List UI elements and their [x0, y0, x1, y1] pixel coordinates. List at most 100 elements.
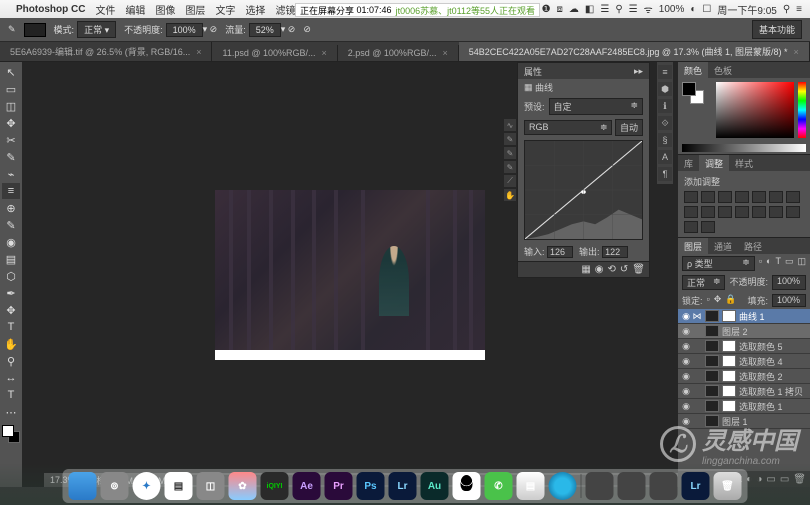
stamp-tool[interactable]: ⊕ [2, 200, 20, 216]
close-tab-icon[interactable]: × [794, 47, 799, 57]
curves-tool-icon[interactable]: ✎ [504, 147, 516, 159]
curves-graph[interactable] [524, 140, 643, 240]
path-select-tool[interactable]: ✋ [2, 336, 20, 352]
move-tool[interactable]: ↖ [2, 64, 20, 80]
app-name[interactable]: Photoshop CC [16, 4, 85, 15]
blend-mode-select[interactable]: 正常≑ [682, 275, 725, 290]
dock-minimized-window[interactable] [650, 472, 678, 500]
eyedropper-tool[interactable]: ✎ [2, 149, 20, 165]
doc-tab[interactable]: 2.psd @ 100%RGB/...× [338, 45, 459, 61]
strip-icon[interactable]: ¶ [658, 167, 672, 181]
visibility-toggle-icon[interactable]: ◉ [680, 371, 692, 382]
layer-name[interactable]: 选取颜色 1 拷贝 [739, 385, 808, 398]
styles-tab[interactable]: 样式 [729, 155, 759, 171]
status-icon[interactable]: ◧ [585, 4, 594, 15]
layer-name[interactable]: 图层 1 [722, 415, 808, 428]
quick-select-tool[interactable]: ✥ [2, 115, 20, 131]
layer-thumb[interactable] [705, 310, 719, 322]
lock-all-icon[interactable]: 🔒 [725, 294, 736, 307]
healing-tool[interactable]: ⌁ [2, 166, 20, 182]
document-canvas[interactable] [215, 190, 485, 350]
menu-file[interactable]: 文件 [95, 2, 115, 17]
curves-tool-icon[interactable]: ✎ [504, 133, 516, 145]
view-previous-icon[interactable]: ◉ [595, 264, 604, 275]
adj-selective-color-icon[interactable] [701, 221, 715, 233]
flow-field[interactable]: 52% [249, 23, 281, 37]
shape-tool[interactable]: ⚲ [2, 353, 20, 369]
pen-tool[interactable]: ✥ [2, 302, 20, 318]
gray-icon[interactable]: ☐ [702, 4, 711, 15]
mask-thumb[interactable] [722, 400, 736, 412]
adj-brightness-icon[interactable] [684, 191, 698, 203]
dock-iqiyi-icon[interactable]: iQIYI [261, 472, 289, 500]
visibility-toggle-icon[interactable]: ◉ [680, 326, 692, 337]
status-icon[interactable]: ⚲ [615, 4, 622, 15]
curves-tool-icon[interactable]: ✋ [504, 189, 516, 201]
layer-opacity-field[interactable]: 100% [772, 275, 806, 290]
curves-tool-icon[interactable]: ∿ [504, 119, 516, 131]
workspace-switcher[interactable]: 基本功能 [752, 20, 802, 39]
status-icon[interactable]: ⧈ [557, 4, 563, 15]
mask-thumb[interactable] [722, 340, 736, 352]
airbrush-icon[interactable]: ⊘ [303, 24, 311, 35]
doc-tab-active[interactable]: 54B2CEC422A05E7AD27C28AAF2485EC8.jpg @ 1… [459, 42, 810, 61]
adj-hue-icon[interactable] [769, 191, 783, 203]
color-tab[interactable]: 颜色 [678, 62, 708, 78]
layer-thumb[interactable] [705, 355, 719, 367]
wifi-icon[interactable]: ᯤ [644, 2, 653, 16]
mask-thumb[interactable] [722, 370, 736, 382]
layer-name[interactable]: 选取颜色 1 [739, 400, 808, 413]
dock-app-icon[interactable]: ◫ [197, 472, 225, 500]
eraser-tool[interactable]: ◉ [2, 234, 20, 250]
dock-trash-icon[interactable]: 🗑 [714, 472, 742, 500]
dock-sysprefs-icon[interactable]: ⊚ [101, 472, 129, 500]
adj-threshold-icon[interactable] [786, 206, 800, 218]
hue-slider[interactable] [798, 82, 806, 138]
layer-thumb[interactable] [705, 400, 719, 412]
menu-filter[interactable]: 滤镜 [275, 2, 295, 17]
layer-name[interactable]: 图层 2 [722, 325, 808, 338]
spotlight-icon[interactable]: ⚲ [783, 4, 790, 15]
type-tool[interactable]: T [2, 319, 20, 335]
layer-row[interactable]: ◉⋈曲线 1 [678, 309, 810, 324]
dock-minimized-window[interactable] [586, 472, 614, 500]
close-tab-icon[interactable]: × [322, 48, 327, 58]
visibility-toggle-icon[interactable]: ◉ [680, 386, 692, 397]
dock-lightroom-icon[interactable]: Lr [682, 472, 710, 500]
blur-tool[interactable]: ⬡ [2, 268, 20, 284]
adj-colorbal-icon[interactable] [786, 191, 800, 203]
visibility-toggle-icon[interactable]: ◉ [680, 416, 692, 427]
dock-minimized-window[interactable] [618, 472, 646, 500]
layer-row[interactable]: ◉选取颜色 1 [678, 399, 810, 414]
dodge-tool[interactable]: ✒ [2, 285, 20, 301]
mode-select[interactable]: 正常 ▾ [77, 21, 116, 38]
crop-tool[interactable]: ✂ [2, 132, 20, 148]
layer-thumb[interactable] [705, 385, 719, 397]
adj-gradient-map-icon[interactable] [684, 221, 698, 233]
swatches-tab[interactable]: 色板 [708, 62, 738, 78]
layer-thumb[interactable] [705, 415, 719, 427]
clock[interactable]: 周一下午9:05 [717, 2, 776, 17]
dock-qqbrowser-icon[interactable] [549, 472, 577, 500]
adj-invert-icon[interactable] [752, 206, 766, 218]
layer-row[interactable]: ◉ 选取颜色 1 拷贝 [678, 384, 810, 399]
close-tab-icon[interactable]: × [442, 48, 447, 58]
history-brush-tool[interactable]: ✎ [2, 217, 20, 233]
menu-image[interactable]: 图像 [155, 2, 175, 17]
adj-curves-icon[interactable] [718, 191, 732, 203]
channels-tab[interactable]: 通道 [708, 238, 738, 254]
adj-levels-icon[interactable] [701, 191, 715, 203]
layer-name[interactable]: 选取颜色 2 [739, 370, 808, 383]
reset-icon[interactable]: ⟲ [608, 264, 616, 275]
gradient-tool[interactable]: ▤ [2, 251, 20, 267]
adjustments-tab[interactable]: 调整 [699, 155, 729, 171]
status-icon[interactable]: ☰ [600, 4, 609, 15]
strip-icon[interactable]: A [658, 150, 672, 164]
dock-audition-icon[interactable]: Au [421, 472, 449, 500]
strip-icon[interactable]: ⟐ [658, 116, 672, 130]
preset-select[interactable]: 自定≑ [549, 98, 643, 115]
adj-photo-filter-icon[interactable] [701, 206, 715, 218]
output-field[interactable] [602, 246, 628, 258]
marquee-tool[interactable]: ▭ [2, 81, 20, 97]
opacity-field[interactable]: 100% [166, 23, 203, 37]
